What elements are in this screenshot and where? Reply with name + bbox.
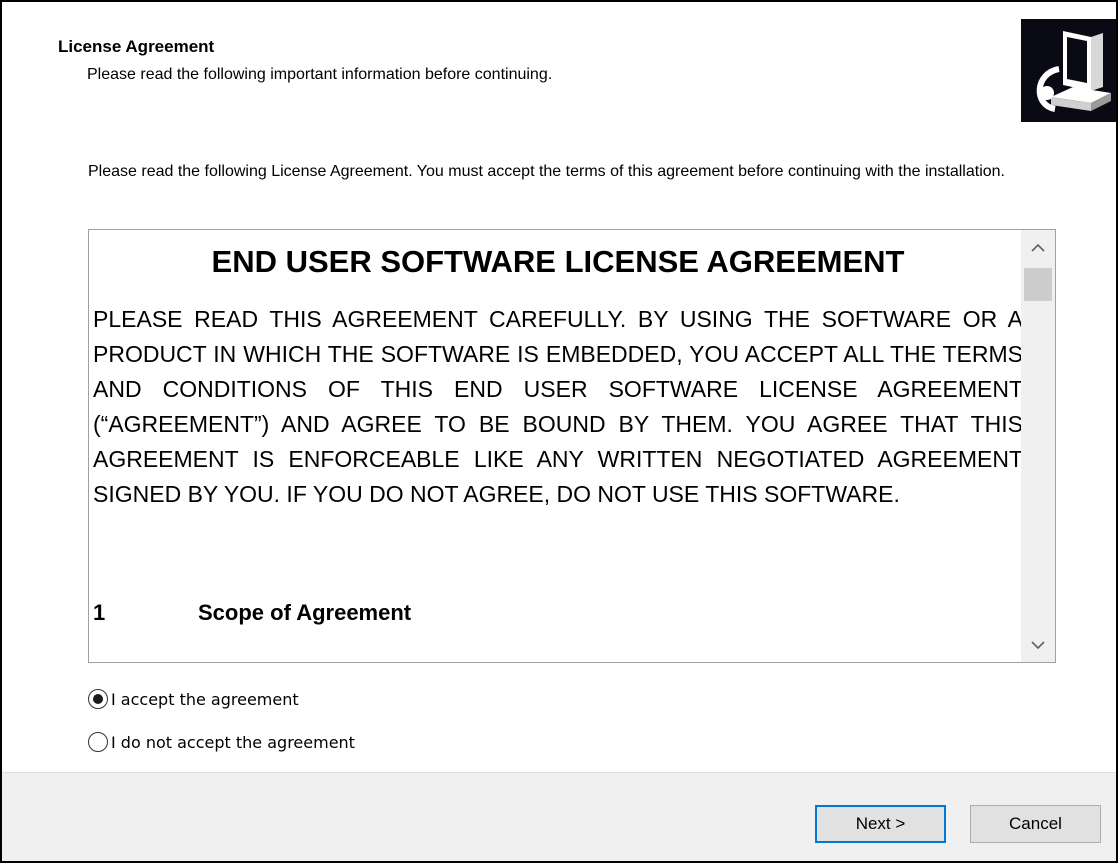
decline-label[interactable]: I do not accept the agreement [111, 733, 355, 752]
license-dialog: License Agreement Please read the follow… [0, 0, 1118, 863]
section-number: 1 [93, 600, 106, 625]
license-heading: END USER SOFTWARE LICENSE AGREEMENT [211, 244, 905, 279]
accept-label[interactable]: I accept the agreement [111, 690, 299, 709]
installer-computer-icon-graphic [1021, 19, 1116, 122]
license-body: PLEASE READ THIS AGREEMENT CAREFULLY. BY… [93, 306, 1023, 507]
accept-radio[interactable] [88, 689, 108, 709]
vertical-scrollbar[interactable] [1021, 230, 1055, 662]
next-button[interactable]: Next > [815, 805, 946, 843]
decline-option[interactable]: I do not accept the agreement [88, 732, 355, 752]
license-content: END USER SOFTWARE LICENSE AGREEMENT PLEA… [93, 230, 1023, 512]
scroll-thumb[interactable] [1024, 268, 1052, 301]
page-title: License Agreement [58, 37, 215, 56]
accept-option[interactable]: I accept the agreement [88, 689, 299, 709]
cancel-button[interactable]: Cancel [970, 805, 1101, 843]
intro-text: Please read the following License Agreem… [88, 163, 1005, 180]
license-text-box[interactable]: END USER SOFTWARE LICENSE AGREEMENT PLEA… [88, 229, 1056, 663]
decline-radio[interactable] [88, 732, 108, 752]
license-section-heading: 1 Scope of Agreement [93, 600, 411, 626]
chevron-down-icon [1031, 640, 1045, 649]
page-subtitle: Please read the following important info… [87, 66, 553, 83]
dialog-footer: Next > Cancel [2, 772, 1116, 861]
dialog-header: License Agreement Please read the follow… [2, 2, 1116, 132]
chevron-up-icon [1031, 243, 1045, 252]
installer-computer-icon [1021, 19, 1116, 122]
section-title: Scope of Agreement [198, 600, 412, 625]
scroll-down-button[interactable] [1021, 630, 1055, 660]
scroll-up-button[interactable] [1021, 232, 1055, 262]
